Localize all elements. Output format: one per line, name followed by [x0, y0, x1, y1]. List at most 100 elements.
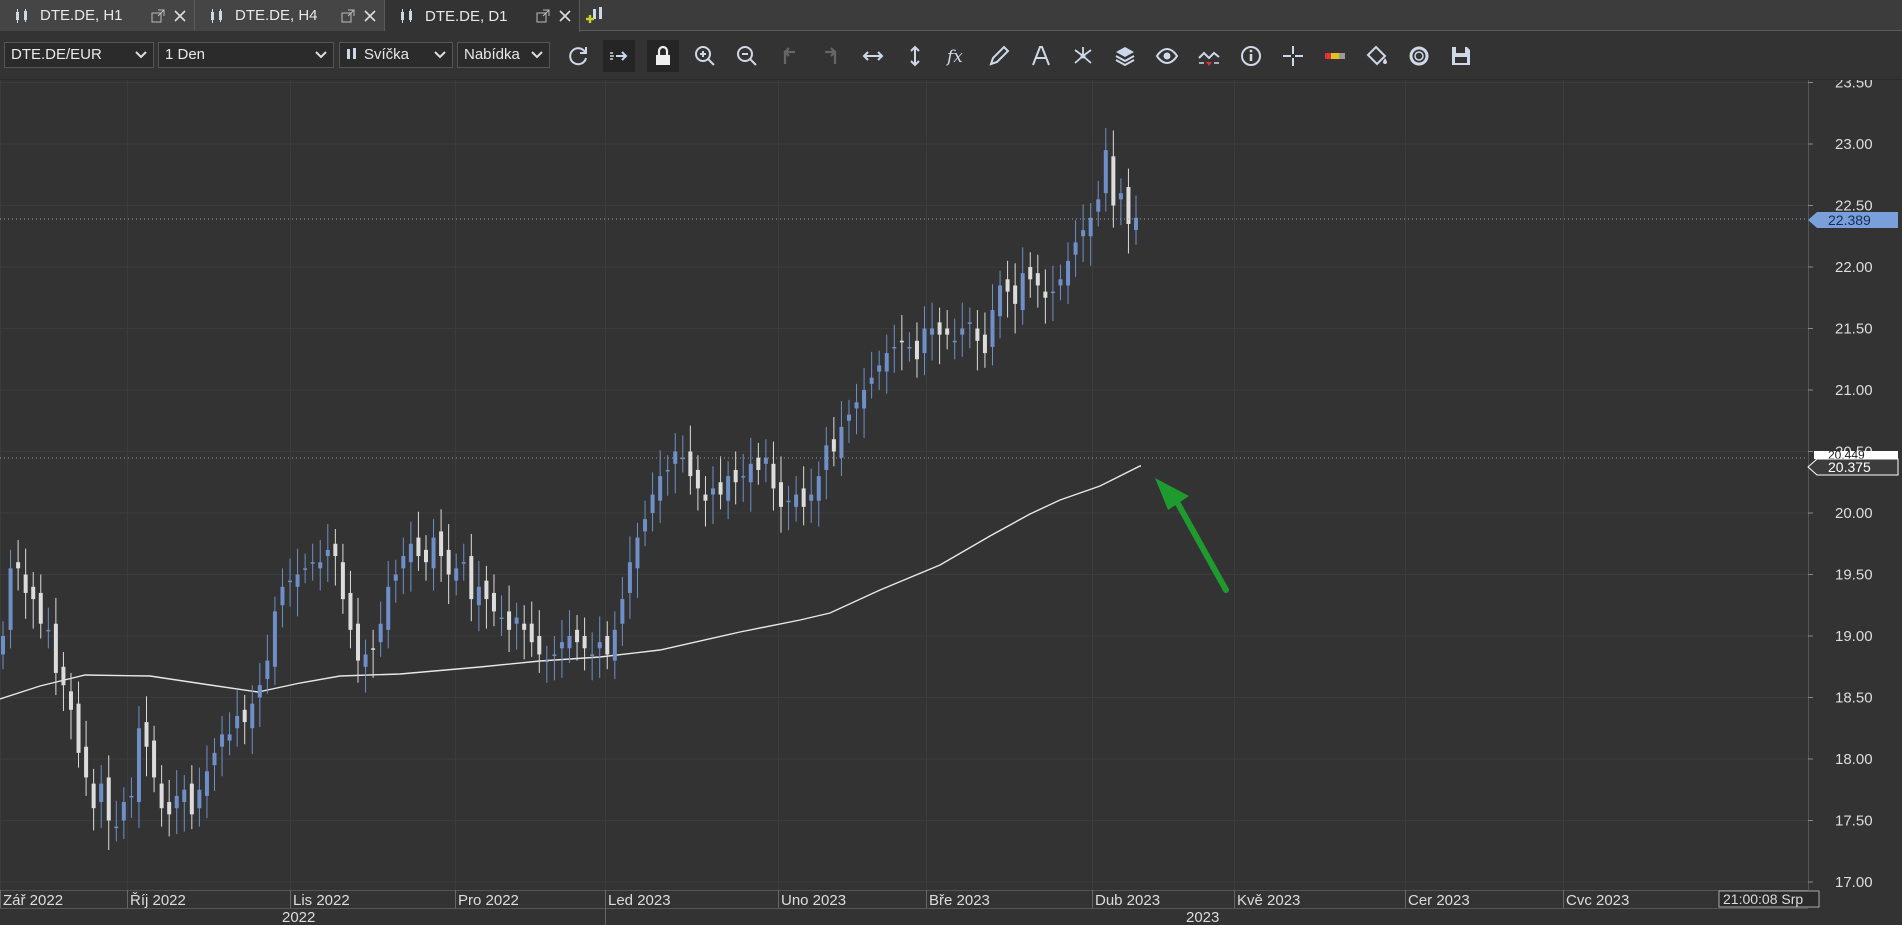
tab-label: DTE.DE, H4 [235, 7, 318, 24]
refresh-button[interactable] [562, 40, 594, 72]
candle-body [763, 457, 768, 464]
price-tick-label: 22.00 [1835, 259, 1873, 276]
candle-body [333, 543, 338, 557]
candle-body [643, 519, 648, 532]
draw-button[interactable] [983, 40, 1015, 72]
zoom-in-icon [695, 46, 715, 66]
signal-button[interactable] [1193, 40, 1225, 72]
undo-icon [783, 47, 795, 64]
candle-body [469, 556, 474, 600]
close-icon[interactable] [172, 8, 188, 24]
candle-body [1111, 156, 1116, 206]
month-label: Kvě 2023 [1237, 892, 1300, 909]
undo-button[interactable] [773, 40, 805, 72]
horizontal-scale-button[interactable] [857, 40, 889, 72]
pattern-button[interactable] [1067, 40, 1099, 72]
vertical-scale-button[interactable] [899, 40, 931, 72]
offer-side-select[interactable]: Nabídka [457, 42, 550, 68]
price-tick-label: 17.50 [1835, 813, 1873, 830]
data-bar-button[interactable] [1319, 40, 1351, 72]
candle-body [61, 666, 66, 686]
price-tick-label: 19.00 [1835, 628, 1873, 645]
candle-body [839, 426, 844, 458]
month-label: Cer 2023 [1408, 892, 1470, 909]
candle-body [363, 654, 368, 667]
ma-label-bottom: 20.375 [1828, 459, 1871, 475]
time-label: 21:00:08 Srp [1723, 891, 1803, 907]
candle-body [197, 789, 202, 809]
candle-body [552, 654, 557, 656]
candle-body [711, 488, 716, 495]
chevron-down-icon [315, 51, 327, 59]
save-button[interactable] [1445, 40, 1477, 72]
candlestick-icon [399, 8, 415, 24]
popout-icon[interactable] [535, 8, 551, 24]
indicator-button[interactable]: fx [941, 40, 973, 72]
cycle-button[interactable] [1403, 40, 1435, 72]
candle-body [945, 328, 950, 335]
candle-body [386, 586, 391, 630]
zoom-in-button[interactable] [689, 40, 721, 72]
lock-button[interactable] [647, 40, 679, 72]
candle-body [544, 660, 549, 663]
candle-body [174, 795, 179, 809]
candle-body [914, 340, 919, 360]
plot-area [0, 80, 1808, 890]
candle-body [16, 562, 21, 569]
chart-type-select[interactable]: Svíčka [339, 42, 453, 68]
crosshair-icon [1283, 46, 1303, 66]
candle-body [899, 340, 904, 343]
price-tick-label: 19.50 [1835, 567, 1873, 584]
tab-dte-h4[interactable]: DTE.DE, H4 [195, 0, 385, 31]
info-button[interactable] [1235, 40, 1267, 72]
candle-body [182, 789, 187, 803]
month-label: Dub 2023 [1095, 892, 1160, 909]
candle-body [756, 457, 761, 470]
price-chart[interactable]: 17.0017.5018.0018.5019.0019.5020.0020.50… [0, 80, 1902, 925]
visibility-button[interactable] [1151, 40, 1183, 72]
price-tick-label: 17.00 [1835, 874, 1873, 891]
candle-body [831, 439, 836, 452]
price-tick-label: 21.00 [1835, 382, 1873, 399]
tab-dte-d1[interactable]: DTE.DE, D1 [385, 0, 580, 32]
redo-icon [825, 47, 837, 64]
close-icon[interactable] [557, 8, 573, 24]
candle-body [952, 340, 957, 343]
period-select[interactable]: 1 Den [158, 42, 334, 68]
chevron-down-icon [135, 51, 147, 59]
candle-body [356, 623, 361, 661]
candle-body [794, 494, 799, 507]
redo-button[interactable] [815, 40, 847, 72]
candle-body [499, 617, 504, 620]
popout-icon[interactable] [340, 8, 356, 24]
chart-toolbar: DTE.DE/EUR 1 Den Svíčka Nabídka fx [0, 32, 1902, 80]
shift-chart-icon [610, 51, 628, 61]
info-icon [1241, 46, 1261, 66]
refresh-icon [569, 47, 587, 66]
close-icon[interactable] [362, 8, 378, 24]
add-chart-icon[interactable] [585, 4, 607, 26]
zoom-out-button[interactable] [731, 40, 763, 72]
candle-body [605, 636, 610, 655]
candle-body [786, 500, 791, 503]
candle-body [310, 562, 315, 564]
chevron-down-icon [434, 51, 446, 59]
candle-body [106, 777, 111, 821]
instrument-select[interactable]: DTE.DE/EUR [4, 42, 154, 68]
candle-body [31, 586, 36, 600]
layers-button[interactable] [1109, 40, 1141, 72]
candle-body [23, 574, 28, 593]
candle-body [748, 463, 753, 483]
shift-chart-button[interactable] [603, 40, 635, 72]
candle-body [529, 623, 534, 643]
candle-body [99, 783, 104, 803]
tab-dte-h1[interactable]: DTE.DE, H1 [0, 0, 195, 31]
theme-button[interactable] [1361, 40, 1393, 72]
text-tool-button[interactable] [1025, 40, 1057, 72]
popout-icon[interactable] [150, 8, 166, 24]
candle-body [877, 365, 882, 372]
text-tool-icon [1032, 46, 1050, 66]
candle-body [590, 654, 595, 656]
crosshair-button[interactable] [1277, 40, 1309, 72]
candle-body [612, 629, 617, 661]
